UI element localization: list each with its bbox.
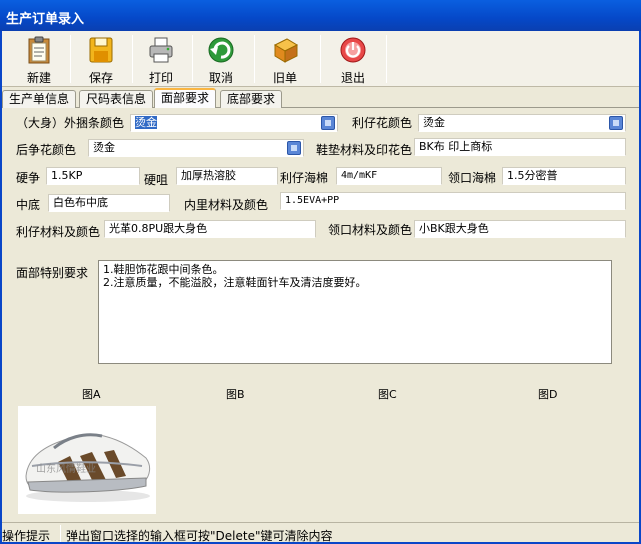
lace-color-label: 利仔花颜色 — [352, 116, 413, 130]
midsole-label: 中底 — [16, 198, 41, 212]
outer-strip-color-field[interactable]: 烫金 — [130, 114, 338, 132]
lace-foam-field[interactable]: 4m/mKF — [336, 167, 442, 185]
watermark-text: 山东风情鞋业 — [36, 462, 96, 475]
status-bar: 操作提示 弹出窗口选择的输入框可按"Delete"键可清除内容 — [0, 522, 641, 544]
picture-b-label: 图B — [226, 388, 245, 401]
clipboard-icon — [28, 36, 50, 64]
counter-label: 硬争 — [16, 171, 41, 185]
old-order-button[interactable]: 旧单 — [256, 33, 314, 85]
power-icon — [340, 37, 366, 63]
picture-a-label: 图A — [82, 388, 101, 401]
back-color-field[interactable]: 烫金 — [88, 139, 304, 157]
status-text: 弹出窗口选择的输入框可按"Delete"键可清除内容 — [66, 529, 333, 543]
print-button[interactable]: 打印 — [132, 33, 190, 85]
print-label: 打印 — [148, 71, 173, 85]
floppy-disk-icon — [89, 37, 113, 63]
tab-order-info[interactable]: 生产单信息 — [2, 90, 77, 108]
cancel-button[interactable]: 取消 — [192, 33, 250, 85]
undo-arrow-icon — [208, 37, 234, 63]
lining-field[interactable]: 1.5EVA+PP — [280, 192, 626, 210]
lace-material-field[interactable]: 光革0.8PU跟大身色 — [104, 220, 316, 238]
exit-label: 退出 — [340, 71, 365, 85]
new-label: 新建 — [26, 71, 51, 85]
exit-button[interactable]: 退出 — [324, 33, 382, 85]
toolbar-separator — [70, 35, 71, 83]
toolbar-separator — [386, 35, 387, 83]
status-label: 操作提示 — [2, 529, 51, 543]
toolbar-separator — [320, 35, 321, 83]
outer-strip-color-label: （大身）外捆条颜色 — [16, 116, 125, 130]
title-bar: 生产订单录入 — [0, 0, 641, 31]
picker-icon[interactable] — [287, 141, 301, 155]
insole-field[interactable]: BK布 印上商标 — [414, 138, 626, 156]
collar-foam-label: 领口海棉 — [448, 171, 497, 185]
tab-size-info[interactable]: 尺码表信息 — [79, 90, 154, 108]
lace-color-field[interactable]: 烫金 — [418, 114, 626, 132]
picture-c-label: 图C — [378, 388, 397, 401]
lace-foam-label: 利仔海棉 — [280, 171, 329, 185]
upper-requirements-panel: （大身）外捆条颜色 烫金 利仔花颜色 烫金 后争花颜色 烫金 鞋垫材料及印花色 … — [2, 108, 639, 518]
tab-bar: 生产单信息 尺码表信息 面部要求 底部要求 — [2, 88, 639, 109]
toolbar: 新建 保存 打印 取消 旧单 退出 — [2, 31, 639, 87]
midsole-field[interactable]: 白色布中底 — [48, 194, 170, 212]
save-label: 保存 — [88, 71, 113, 85]
window-title: 生产订单录入 — [6, 12, 85, 27]
collar-material-field[interactable]: 小BK跟大身色 — [414, 220, 626, 238]
tab-sole-requirements[interactable]: 底部要求 — [220, 90, 283, 108]
picture-a-image[interactable]: 山东风情鞋业 — [18, 406, 156, 514]
special-line-2: 2.注意质量，不能溢胶，注意鞋面针车及清洁度要好。 — [103, 276, 367, 289]
lace-material-label: 利仔材料及颜色 — [16, 225, 101, 239]
insole-label: 鞋垫材料及印花色 — [316, 143, 413, 157]
toolbar-separator — [254, 35, 255, 83]
special-requirements-textarea[interactable]: 1.鞋胆饰花跟中间条色。 2.注意质量，不能溢胶，注意鞋面针车及清洁度要好。 — [98, 260, 612, 364]
toe-field[interactable]: 加厚热溶胶 — [176, 167, 278, 185]
lining-label: 内里材料及颜色 — [184, 198, 269, 212]
picker-icon[interactable] — [321, 116, 335, 130]
picture-d-label: 图D — [538, 388, 558, 401]
status-separator — [60, 525, 61, 542]
printer-icon — [149, 37, 173, 63]
collar-material-label: 领口材料及颜色 — [328, 223, 413, 237]
counter-field[interactable]: 1.5KP — [46, 167, 140, 185]
shoe-image: 山东风情鞋业 — [25, 433, 151, 502]
old-order-label: 旧单 — [272, 71, 297, 85]
cancel-label: 取消 — [208, 71, 233, 85]
new-button[interactable]: 新建 — [10, 33, 68, 85]
picker-icon[interactable] — [609, 116, 623, 130]
save-button[interactable]: 保存 — [72, 33, 130, 85]
collar-foam-field[interactable]: 1.5分密普 — [502, 167, 626, 185]
back-color-label: 后争花颜色 — [16, 143, 77, 157]
toe-label: 硬咀 — [144, 173, 169, 187]
books-icon — [273, 38, 299, 63]
tab-upper-requirements[interactable]: 面部要求 — [154, 88, 217, 109]
special-requirements-label: 面部特别要求 — [16, 266, 89, 280]
special-line-1: 1.鞋胆饰花跟中间条色。 — [103, 263, 224, 276]
